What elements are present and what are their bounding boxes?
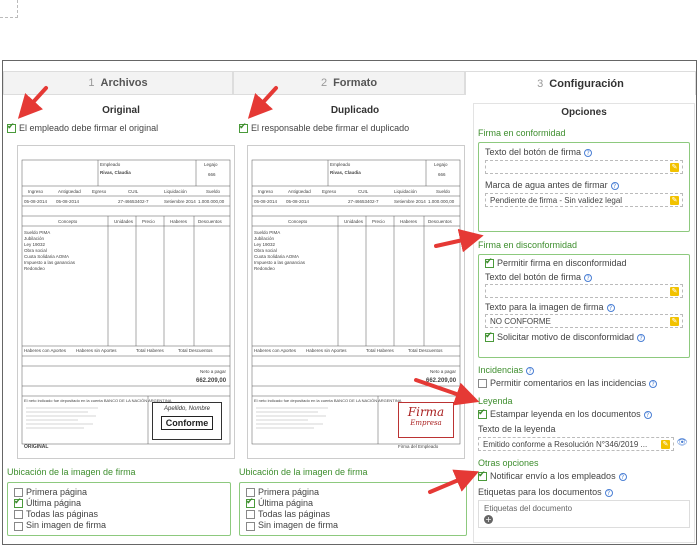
- arrow-original-checkbox: [17, 86, 48, 119]
- arrow-duplicate-checkbox: [247, 86, 278, 119]
- arrow-notify: [428, 469, 480, 494]
- arrow-leyenda: [414, 378, 480, 406]
- annotation-arrows: [17, 86, 484, 494]
- arrow-disconformidad: [434, 228, 484, 253]
